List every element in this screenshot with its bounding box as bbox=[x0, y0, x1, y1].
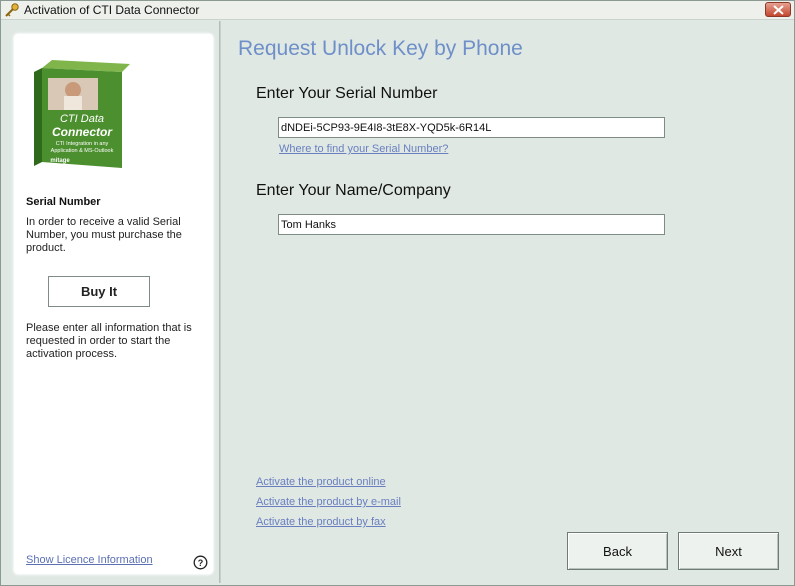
serial-number-info: In order to receive a valid Serial Numbe… bbox=[26, 216, 182, 254]
back-button[interactable]: Back bbox=[567, 532, 668, 570]
page-title: Request Unlock Key by Phone bbox=[238, 37, 523, 60]
close-button[interactable] bbox=[765, 2, 791, 17]
product-box-line4: Application & MS-Outlook bbox=[51, 148, 114, 154]
buy-it-button[interactable]: Buy It bbox=[48, 276, 150, 307]
serial-number-heading: Serial Number bbox=[26, 196, 101, 208]
serial-number-label: Enter Your Serial Number bbox=[256, 85, 438, 102]
name-company-input[interactable] bbox=[278, 214, 665, 235]
activation-window: Activation of CTI Data Connector CTI Dat… bbox=[0, 0, 795, 586]
activate-online-link[interactable]: Activate the product online bbox=[256, 476, 386, 488]
name-company-label: Enter Your Name/Company bbox=[256, 182, 451, 199]
show-licence-link[interactable]: Show Licence Information bbox=[26, 554, 153, 566]
help-icon[interactable]: ? bbox=[193, 555, 208, 570]
title-bar: Activation of CTI Data Connector bbox=[1, 1, 794, 20]
find-serial-link[interactable]: Where to find your Serial Number? bbox=[279, 143, 448, 155]
product-box-image: CTI Data Connector CTI Integration in an… bbox=[34, 56, 130, 172]
serial-number-input[interactable] bbox=[278, 117, 665, 138]
sidebar: CTI Data Connector CTI Integration in an… bbox=[14, 34, 213, 574]
product-box-line1: CTI Data bbox=[60, 113, 104, 125]
product-box-line2: Connector bbox=[52, 125, 113, 139]
sidebar-divider bbox=[219, 21, 221, 583]
activate-email-link[interactable]: Activate the product by e-mail bbox=[256, 496, 401, 508]
product-box-line3: CTI Integration in any bbox=[56, 141, 109, 147]
window-title: Activation of CTI Data Connector bbox=[24, 3, 200, 17]
key-icon bbox=[4, 2, 20, 18]
svg-text:?: ? bbox=[198, 558, 204, 568]
close-icon bbox=[773, 5, 784, 15]
activate-fax-link[interactable]: Activate the product by fax bbox=[256, 516, 386, 528]
product-box-brand: mitage bbox=[50, 158, 70, 164]
activation-info: Please enter all information that is req… bbox=[26, 322, 192, 360]
next-button[interactable]: Next bbox=[678, 532, 779, 570]
